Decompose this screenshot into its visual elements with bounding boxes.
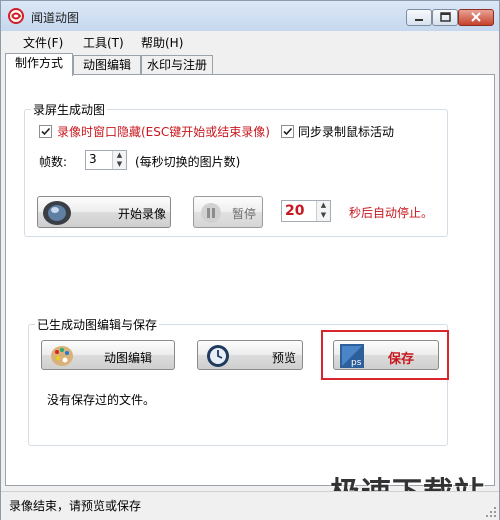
pause-icon — [201, 203, 221, 223]
checkmark-icon — [41, 127, 51, 136]
maximize-button[interactable] — [432, 9, 458, 26]
edit-save-group: 已生成动图编辑与保存 动图编辑 预览 ps 保存 没有保存过的文件。 — [28, 316, 449, 446]
tab-gif-edit[interactable]: 动图编辑 — [73, 55, 141, 75]
close-icon — [471, 12, 481, 22]
tab-strip: 制作方式 动图编辑 水印与注册 — [1, 53, 499, 76]
auto-stop-value: 20 — [285, 203, 305, 219]
photoshop-icon: ps — [340, 344, 364, 368]
gif-edit-label: 动图编辑 — [104, 351, 153, 365]
start-record-label: 开始录像 — [118, 207, 167, 221]
menu-file[interactable]: 文件(F) — [23, 34, 63, 51]
menu-help[interactable]: 帮助(H) — [141, 34, 183, 51]
fps-spinner-arrows: ▲ ▼ — [112, 151, 126, 169]
sync-mouse-label: 同步录制鼠标活动 — [298, 125, 395, 139]
palette-icon — [51, 346, 73, 366]
hide-window-checkbox[interactable] — [39, 125, 52, 138]
record-group: 录屏生成动图 录像时窗口隐藏(ESC键开始或结束录像) 同步录制鼠标活动 帧数:… — [24, 101, 448, 237]
record-group-title: 录屏生成动图 — [31, 101, 108, 118]
maximize-icon — [440, 12, 451, 22]
camera-lens-icon — [43, 201, 71, 225]
fps-hint: (每秒切换的图片数) — [135, 155, 241, 169]
tab-panel: 录屏生成动图 录像时窗口隐藏(ESC键开始或结束录像) 同步录制鼠标活动 帧数:… — [5, 74, 495, 486]
svg-text:ps: ps — [351, 358, 362, 368]
pause-button[interactable]: 暂停 — [193, 196, 263, 228]
status-bar: 录像结束，请预览或保存 — [1, 491, 499, 520]
app-logo-icon — [8, 8, 24, 24]
window-title: 闻道动图 — [31, 11, 80, 25]
fps-label: 帧数: — [39, 155, 68, 169]
hide-window-label: 录像时窗口隐藏(ESC键开始或结束录像) — [57, 125, 270, 139]
minimize-button[interactable] — [406, 9, 432, 26]
pause-label: 暂停 — [232, 207, 257, 221]
tab-watermark-register[interactable]: 水印与注册 — [141, 55, 213, 75]
status-text: 录像结束，请预览或保存 — [9, 499, 142, 513]
checkmark-icon — [283, 127, 293, 136]
close-button[interactable] — [458, 9, 494, 26]
auto-stop-spinner[interactable]: 20 ▲ ▼ — [281, 200, 331, 222]
sync-mouse-checkbox[interactable] — [281, 125, 294, 138]
save-status-text: 没有保存过的文件。 — [47, 393, 156, 407]
app-window: 闻道动图 文件(F) 工具(T) 帮助(H) 制作方式 动图编辑 水印与注册 录… — [0, 0, 500, 520]
title-bar: 闻道动图 — [1, 1, 499, 31]
spin-down-icon[interactable]: ▼ — [113, 160, 126, 169]
gif-edit-button[interactable]: 动图编辑 — [41, 340, 175, 370]
fps-value: 3 — [89, 152, 97, 166]
save-label: 保存 — [388, 352, 415, 367]
fps-spinner[interactable]: 3 ▲ ▼ — [85, 150, 127, 170]
tab-make-mode[interactable]: 制作方式 — [5, 53, 73, 76]
start-record-button[interactable]: 开始录像 — [37, 196, 171, 228]
menu-bar: 文件(F) 工具(T) 帮助(H) — [1, 31, 499, 51]
resize-grip-icon[interactable] — [485, 506, 497, 518]
auto-stop-arrows: ▲ ▼ — [316, 201, 330, 221]
spin-down-icon[interactable]: ▼ — [317, 211, 330, 221]
preview-button[interactable]: 预览 — [197, 340, 303, 370]
clock-icon — [207, 345, 229, 367]
edit-save-group-title: 已生成动图编辑与保存 — [35, 316, 160, 333]
save-button[interactable]: ps 保存 — [333, 340, 439, 370]
menu-tools[interactable]: 工具(T) — [83, 34, 124, 51]
preview-label: 预览 — [272, 351, 297, 365]
minimize-icon — [415, 19, 423, 21]
spin-up-icon[interactable]: ▲ — [113, 151, 126, 160]
spin-up-icon[interactable]: ▲ — [317, 201, 330, 211]
auto-stop-label: 秒后自动停止。 — [349, 206, 434, 220]
